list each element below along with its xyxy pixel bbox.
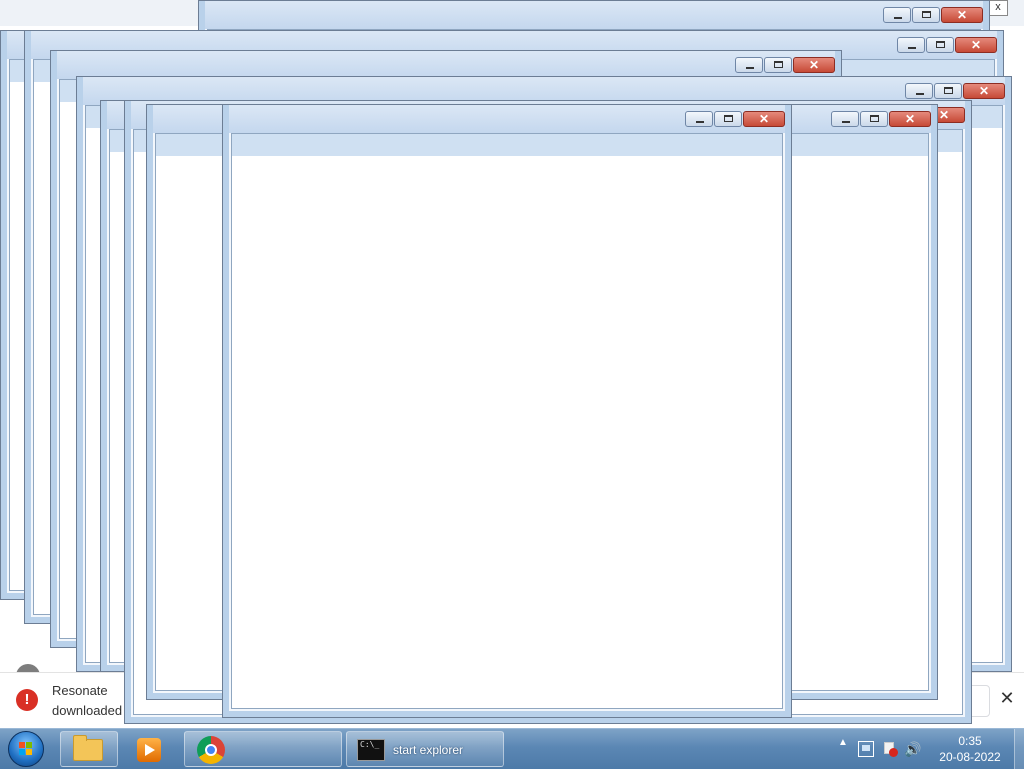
media-player-icon (137, 738, 161, 762)
maximize-button[interactable] (860, 111, 888, 127)
taskbar-pin-explorer[interactable] (60, 731, 118, 767)
caption-buttons: ✕ (896, 37, 997, 53)
error-icon: ! (16, 689, 38, 711)
close-button[interactable]: ✕ (963, 83, 1005, 99)
minimize-button[interactable] (905, 83, 933, 99)
minimize-button[interactable] (897, 37, 925, 53)
clock-date: 20-08-2022 (939, 750, 1001, 764)
system-clock[interactable]: 0:35 20-08-2022 (932, 733, 1008, 765)
maximize-button[interactable] (926, 37, 954, 53)
command-prompt-icon: C:\_ (357, 739, 385, 761)
caption-buttons: ✕ (830, 111, 931, 127)
frozen-window[interactable]: ✕ (222, 104, 792, 718)
clock-time: 0:35 (958, 734, 982, 748)
start-button[interactable] (8, 731, 44, 767)
window-frame (223, 105, 791, 717)
close-icon: ✕ (808, 58, 820, 72)
download-item-name[interactable]: Resonate (52, 683, 108, 698)
caption-buttons: ✕ (904, 83, 1005, 99)
maximize-button[interactable] (912, 7, 940, 23)
minimize-icon (916, 93, 924, 95)
taskbar: C:\_ start explorer ▲ 🔊 0:35 20-08-2022 (0, 728, 1024, 769)
show-desktop-button[interactable] (1014, 729, 1024, 769)
download-bar-close-icon[interactable]: ✕ (996, 687, 1018, 709)
minimize-icon (908, 47, 916, 49)
close-icon: ✕ (978, 84, 990, 98)
maximize-icon (922, 11, 931, 18)
caption-buttons: ✕ (684, 111, 785, 127)
caption-buttons: ✕ (882, 7, 983, 23)
minimize-button[interactable] (831, 111, 859, 127)
chrome-icon (197, 736, 225, 764)
minimize-icon (696, 121, 704, 123)
taskbar-task-command-prompt[interactable]: C:\_ start explorer (346, 731, 504, 767)
close-button[interactable]: ✕ (793, 57, 835, 73)
maximize-icon (944, 87, 953, 94)
close-button[interactable]: ✕ (955, 37, 997, 53)
close-button[interactable]: ✕ (941, 7, 983, 23)
network-icon[interactable] (858, 741, 874, 757)
caption-buttons: ✕ (734, 57, 835, 73)
maximize-button[interactable] (934, 83, 962, 99)
file-explorer-icon (73, 735, 103, 761)
download-item-status: downloaded (52, 703, 123, 718)
taskbar-task-label: start explorer (393, 743, 464, 757)
maximize-icon (724, 115, 733, 122)
maximize-icon (936, 41, 945, 48)
browser-close-icon[interactable]: x (988, 0, 1008, 16)
maximize-icon (870, 115, 879, 122)
maximize-icon (774, 61, 783, 68)
close-icon: ✕ (904, 112, 916, 126)
taskbar-pin-chrome[interactable] (184, 731, 342, 767)
minimize-button[interactable] (883, 7, 911, 23)
close-button[interactable]: ✕ (743, 111, 785, 127)
action-center-icon[interactable] (882, 741, 898, 757)
close-icon: ✕ (956, 8, 968, 22)
tray-overflow-icon[interactable]: ▲ (836, 737, 850, 761)
windows-logo-icon (19, 742, 33, 756)
minimize-button[interactable] (735, 57, 763, 73)
minimize-button[interactable] (685, 111, 713, 127)
minimize-icon (894, 17, 902, 19)
close-button[interactable]: ✕ (889, 111, 931, 127)
minimize-icon (842, 121, 850, 123)
maximize-button[interactable] (764, 57, 792, 73)
taskbar-pin-media-player[interactable] (122, 731, 178, 767)
close-icon: ✕ (970, 38, 982, 52)
maximize-button[interactable] (714, 111, 742, 127)
minimize-icon (746, 67, 754, 69)
volume-icon[interactable]: 🔊 (904, 741, 921, 757)
close-icon: ✕ (758, 112, 770, 126)
